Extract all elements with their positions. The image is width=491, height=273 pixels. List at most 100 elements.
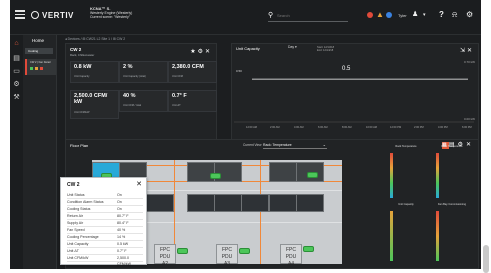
tooltip-key: Cooling Percentage <box>67 235 99 239</box>
nav-title: Home <box>32 38 45 43</box>
metric-tile[interactable]: 40 % Unit CFM / total <box>119 90 168 112</box>
tooltip-value: 0.7° F <box>117 249 127 253</box>
pdu-a3[interactable]: FPC PDU A3 <box>216 244 238 264</box>
metric-tile[interactable]: 2,500.0 CFM/ kW Unit CFM/kW <box>70 90 119 119</box>
pdu-a4[interactable]: FPC PDU A4 <box>280 244 302 264</box>
nav-item-cooling[interactable]: Cooling <box>25 48 53 54</box>
monitor-icon[interactable]: ▭ <box>12 68 21 76</box>
pdu-a2[interactable]: FPC PDU A2 <box>154 244 176 264</box>
tooltip-key: Condition Alarm Status <box>67 200 104 204</box>
rack[interactable] <box>214 162 242 182</box>
tooltip-row: Unit ΔT 0.7° F <box>67 248 143 255</box>
metric-tile[interactable]: 2,380.0 CFM Unit CFM <box>168 61 217 83</box>
rack[interactable] <box>241 194 269 212</box>
nav-panel: Home Cooling CW 2 | Fan Detail <box>23 35 57 269</box>
user-name[interactable]: Tyler <box>398 13 407 18</box>
alarm-critical-icon[interactable] <box>367 12 373 18</box>
metric-tile[interactable]: 2 % Unit Capacity (total) <box>119 61 168 83</box>
tooltip-row: Condition Alarm Status On <box>67 199 143 206</box>
rack[interactable] <box>146 194 174 212</box>
y-bot-label: 0.00 kW <box>464 117 475 121</box>
breadcrumb[interactable]: ◂ Devices / ⊞ CW21 L2 Site 1 / ⊞ CW 2 <box>65 37 125 41</box>
x-tick-label: 4:00 PM <box>438 125 448 129</box>
tooltip-title: CW 2 <box>67 182 80 188</box>
rack[interactable] <box>269 194 297 212</box>
tooltip-value: On <box>117 193 122 197</box>
status-ok-badge[interactable] <box>177 248 188 254</box>
status-warn-icon <box>35 67 38 70</box>
gear-icon[interactable]: ⚙ <box>12 81 21 89</box>
status-alarm-icon <box>40 67 43 70</box>
export-icon[interactable]: ⇲ <box>460 48 467 54</box>
x-tick-label: 12:00 PM <box>390 125 401 129</box>
legend-gradient <box>436 153 439 198</box>
legend-gradient <box>390 153 393 198</box>
status-ok-badge[interactable] <box>307 172 318 178</box>
rack[interactable] <box>296 194 324 212</box>
tooltip-value: 2,500.0 CFM/kW <box>117 256 131 266</box>
home-icon[interactable]: ⌂ <box>12 40 21 48</box>
tooltip-key: Unit CFM/kW <box>67 256 89 260</box>
rack[interactable] <box>187 194 215 212</box>
close-icon[interactable]: ✕ <box>467 48 474 54</box>
x-tick-label: 6:00 PM <box>462 125 472 129</box>
gear-icon[interactable]: ⚙ <box>198 49 205 55</box>
settings-icon[interactable]: ⚙ <box>466 10 473 20</box>
capacity-chart-card: Unit Capacity Day ▾ Start: 12/13/18 End: … <box>231 43 479 140</box>
status-ok-badge[interactable] <box>210 173 221 179</box>
tooltip-key: Fan Speed <box>67 228 85 232</box>
tooltip-row: Unit Capacity 0.5 kW <box>67 241 143 248</box>
tooltip-key: Return Air <box>67 214 83 218</box>
left-sidebar: ⌂ ▤ ▭ ⚙ ⚒ <box>10 35 23 269</box>
device-card-tools: ★⚙✕ <box>190 48 212 55</box>
search-input[interactable] <box>277 11 345 20</box>
metric-tile[interactable]: 0.8 kW Unit Capacity <box>70 61 119 83</box>
x-tick-label: 6:00 AM <box>318 125 328 129</box>
chart-meta: Start: 12/13/18 End: 12/14/18 <box>317 46 335 52</box>
info-icon[interactable] <box>386 12 392 18</box>
site-info[interactable]: KCNA™ S. Westerly Engine (Westerly) Curr… <box>90 7 132 20</box>
status-ok-badge[interactable] <box>239 248 250 254</box>
status-ok-badge[interactable] <box>303 246 314 252</box>
devices-icon[interactable]: ▤ <box>12 55 21 63</box>
x-tick-label: 12:00 AM <box>246 125 257 129</box>
close-icon[interactable]: ✕ <box>136 180 142 188</box>
help-icon[interactable]: ? <box>439 10 444 20</box>
close-icon[interactable]: ✕ <box>205 49 212 55</box>
tooltip-value: 80.4° F <box>117 221 129 225</box>
view-select[interactable]: Rack: Temperature ⌄ <box>263 142 327 149</box>
tooltip-row: Return Air 80.7° F <box>67 213 143 220</box>
tooltip-key: Cooling Status <box>67 207 91 211</box>
page-scrollbar[interactable] <box>481 35 491 273</box>
wrench-icon[interactable]: ⚒ <box>12 94 21 102</box>
legend-gradient <box>390 211 393 261</box>
search-box[interactable]: ⚲ <box>268 11 348 22</box>
range-select[interactable]: Day ▾ <box>288 45 297 49</box>
tooltip-value: 80.7° F <box>117 214 129 218</box>
value-label: 0.5 <box>342 66 351 72</box>
bell-icon[interactable]: ⍾ <box>452 10 457 20</box>
metric-tile[interactable]: 0.7° F Unit ΔT <box>168 90 217 112</box>
tooltip-value: 40 % <box>117 228 126 232</box>
brand-logo[interactable]: VERTIV <box>31 11 74 20</box>
rack[interactable] <box>214 194 242 212</box>
tooltip-key: Supply Air <box>67 221 84 225</box>
search-icon: ⚲ <box>268 12 274 19</box>
user-icon[interactable]: ♟ <box>412 10 418 20</box>
nav-thumbnail[interactable]: CW 2 | Fan Detail <box>25 59 56 75</box>
tooltip-row: Unit CFM/kW 2,500.0 CFM/kW <box>67 255 143 266</box>
menu-icon[interactable] <box>15 10 25 19</box>
aisle-line <box>260 160 261 264</box>
rack[interactable] <box>187 162 215 182</box>
star-icon[interactable]: ★ <box>190 49 197 55</box>
tooltip-row: Cooling Percentage 14 % <box>67 234 143 241</box>
rack[interactable] <box>269 162 297 182</box>
device-tooltip: CW 2 ✕ Unit Status On Condition Alarm Stat… <box>60 177 147 266</box>
warning-icon[interactable]: ▲ <box>376 10 384 20</box>
x-tick-label: 2:00 AM <box>270 125 280 129</box>
tooltip-key: Unit Capacity <box>67 242 89 246</box>
chevron-down-icon[interactable]: ▾ <box>423 10 426 20</box>
x-tick-label: 10:00 AM <box>366 125 377 129</box>
device-title: CW 2 <box>70 47 82 52</box>
tooltip-row: Unit Status On <box>67 192 143 199</box>
